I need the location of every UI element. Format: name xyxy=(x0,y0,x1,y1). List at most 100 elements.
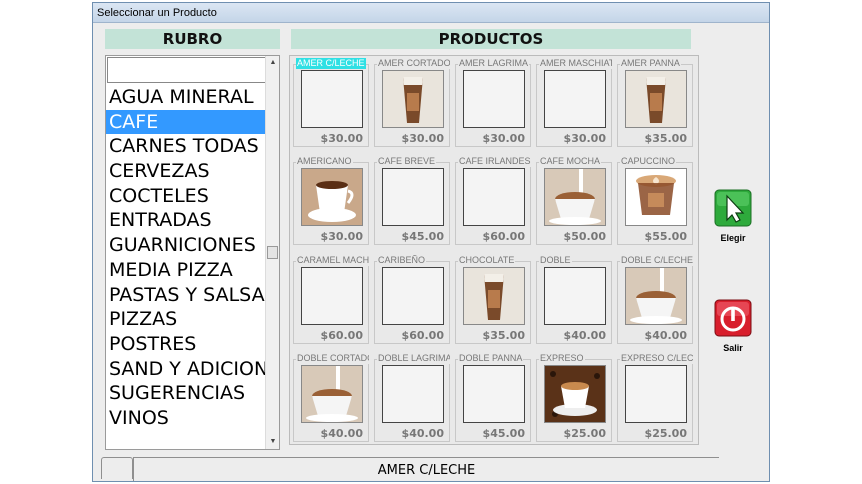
product-price: $35.00 xyxy=(644,132,687,145)
product-image-placeholder xyxy=(625,365,687,423)
product-image-placeholder xyxy=(382,267,444,325)
product-name: AMER C/LECHE xyxy=(296,58,366,69)
bottom-tab[interactable] xyxy=(101,457,133,479)
rubro-list[interactable]: AGUA MINERAL CAFE CARNES TODAS CERVEZAS COCT… xyxy=(105,55,280,450)
product-name: CAPUCCINO xyxy=(620,156,677,167)
product-price: $25.00 xyxy=(644,427,687,440)
rubro-item[interactable]: ENTRADAS xyxy=(106,208,266,233)
product-tile[interactable]: AMER LAGRIMA $30.00 xyxy=(453,57,533,149)
product-tile[interactable]: CARIBEÑO $60.00 xyxy=(372,254,452,346)
product-image-placeholder xyxy=(463,168,525,226)
rubro-item[interactable]: POSTRES xyxy=(106,332,266,357)
rubro-item[interactable]: CARNES TODAS xyxy=(106,134,266,159)
product-name: DOBLE PANNA xyxy=(458,353,524,364)
product-tile[interactable]: AMER C/LECHE $30.00 xyxy=(291,57,371,149)
rubro-header: RUBRO xyxy=(105,29,280,49)
product-image-placeholder xyxy=(544,267,606,325)
product-image-placeholder xyxy=(382,365,444,423)
product-name: CARIBEÑO xyxy=(377,255,427,266)
product-name: DOBLE LAGRIMA xyxy=(377,353,450,364)
product-tile[interactable]: DOBLE CORTADO $40.00 xyxy=(291,352,371,444)
product-tile[interactable]: DOBLE $40.00 xyxy=(534,254,614,346)
rubro-item[interactable]: CAFE xyxy=(106,109,266,135)
product-name: EXPRESO C/LECHE xyxy=(620,353,693,364)
scroll-down-icon[interactable]: ▼ xyxy=(266,435,280,449)
product-grid: AMER C/LECHE $30.00 AMER CORTADO $30.00 AMER… xyxy=(289,55,699,445)
product-tile[interactable]: CAPUCCINO $55.00 xyxy=(615,155,695,247)
rubro-item[interactable]: VINOS xyxy=(106,406,266,431)
product-price: $60.00 xyxy=(320,329,363,342)
product-name: DOBLE xyxy=(539,255,572,266)
rubro-item[interactable]: GUARNICIONES xyxy=(106,233,266,258)
product-image-placeholder xyxy=(463,365,525,423)
coffee-cup-icon xyxy=(625,70,687,128)
productos-header: PRODUCTOS xyxy=(291,29,691,49)
product-tile[interactable]: DOBLE PANNA $45.00 xyxy=(453,352,533,444)
scroll-up-icon[interactable]: ▲ xyxy=(266,56,280,70)
rubro-item[interactable]: PIZZAS xyxy=(106,307,266,332)
product-price: $55.00 xyxy=(644,230,687,243)
product-name: AMER PANNA xyxy=(620,58,681,69)
power-icon xyxy=(714,299,752,337)
product-tile[interactable]: AMERICANO $30.00 xyxy=(291,155,371,247)
rubro-scrollbar[interactable]: ▲ ▼ xyxy=(265,56,279,449)
product-tile[interactable]: DOBLE LAGRIMA $40.00 xyxy=(372,352,452,444)
product-price: $35.00 xyxy=(482,329,525,342)
salir-button[interactable]: Salir xyxy=(713,299,753,353)
rubro-item[interactable]: CERVEZAS xyxy=(106,159,266,184)
rubro-item[interactable]: AGUA MINERAL xyxy=(106,85,266,110)
product-tile[interactable]: AMER CORTADO $30.00 xyxy=(372,57,452,149)
product-tile[interactable]: EXPRESO $25.00 xyxy=(534,352,614,444)
product-image-placeholder xyxy=(382,168,444,226)
coffee-cup-icon xyxy=(463,267,525,325)
product-price: $60.00 xyxy=(482,230,525,243)
product-tile[interactable]: CARAMEL MACHIATO $60.00 xyxy=(291,254,371,346)
product-price: $25.00 xyxy=(563,427,606,440)
product-tile[interactable]: EXPRESO C/LECHE $25.00 xyxy=(615,352,695,444)
product-price: $50.00 xyxy=(563,230,606,243)
product-name: CAFE BREVE xyxy=(377,156,437,167)
product-tile[interactable]: DOBLE C/LECHE $40.00 xyxy=(615,254,695,346)
scroll-thumb[interactable] xyxy=(267,246,278,259)
product-selection-window: Seleccionar un Producto RUBRO PRODUCTOS … xyxy=(92,2,770,482)
product-price: $30.00 xyxy=(401,132,444,145)
rubro-items: AGUA MINERAL CAFE CARNES TODAS CERVEZAS COCT… xyxy=(106,85,266,431)
product-price: $30.00 xyxy=(320,132,363,145)
product-price: $40.00 xyxy=(401,427,444,440)
product-name: CARAMEL MACHIATO xyxy=(296,255,369,266)
rubro-item[interactable]: PASTAS Y SALSAS xyxy=(106,283,266,308)
product-tile[interactable]: CAFE BREVE $45.00 xyxy=(372,155,452,247)
product-name: AMER CORTADO xyxy=(377,58,450,69)
product-image-placeholder xyxy=(544,70,606,128)
rubro-item[interactable]: COCTELES xyxy=(106,184,266,209)
coffee-mug-icon xyxy=(301,168,363,226)
product-price: $30.00 xyxy=(320,230,363,243)
product-name: CAFE MOCHA xyxy=(539,156,602,167)
product-tile[interactable]: AMER PANNA $35.00 xyxy=(615,57,695,149)
product-name: CAFE IRLANDES xyxy=(458,156,531,167)
window-title: Seleccionar un Producto xyxy=(93,3,769,23)
elegir-label: Elegir xyxy=(720,233,746,243)
product-tile[interactable]: CAFE MOCHA $50.00 xyxy=(534,155,614,247)
product-name: DOBLE CORTADO xyxy=(296,353,369,364)
product-price: $60.00 xyxy=(401,329,444,342)
product-price: $45.00 xyxy=(482,427,525,440)
product-image-placeholder xyxy=(301,70,363,128)
product-price: $30.00 xyxy=(563,132,606,145)
product-name: AMERICANO xyxy=(296,156,353,167)
product-image-placeholder xyxy=(301,267,363,325)
product-name: CHOCOLATE xyxy=(458,255,516,266)
rubro-item[interactable]: MEDIA PIZZA xyxy=(106,258,266,283)
rubro-search-input[interactable] xyxy=(107,57,267,83)
product-price: $30.00 xyxy=(482,132,525,145)
elegir-button[interactable]: Elegir xyxy=(713,189,753,243)
rubro-item[interactable]: SAND Y ADICIONES xyxy=(106,357,266,382)
product-tile[interactable]: CHOCOLATE $35.00 xyxy=(453,254,533,346)
product-name: DOBLE C/LECHE xyxy=(620,255,693,266)
product-name: AMER MASCHIATO xyxy=(539,58,612,69)
product-image-placeholder xyxy=(463,70,525,128)
rubro-item[interactable]: SUGERENCIAS xyxy=(106,381,266,406)
product-tile[interactable]: AMER MASCHIATO $30.00 xyxy=(534,57,614,149)
product-name: EXPRESO xyxy=(539,353,585,364)
product-tile[interactable]: CAFE IRLANDES $60.00 xyxy=(453,155,533,247)
